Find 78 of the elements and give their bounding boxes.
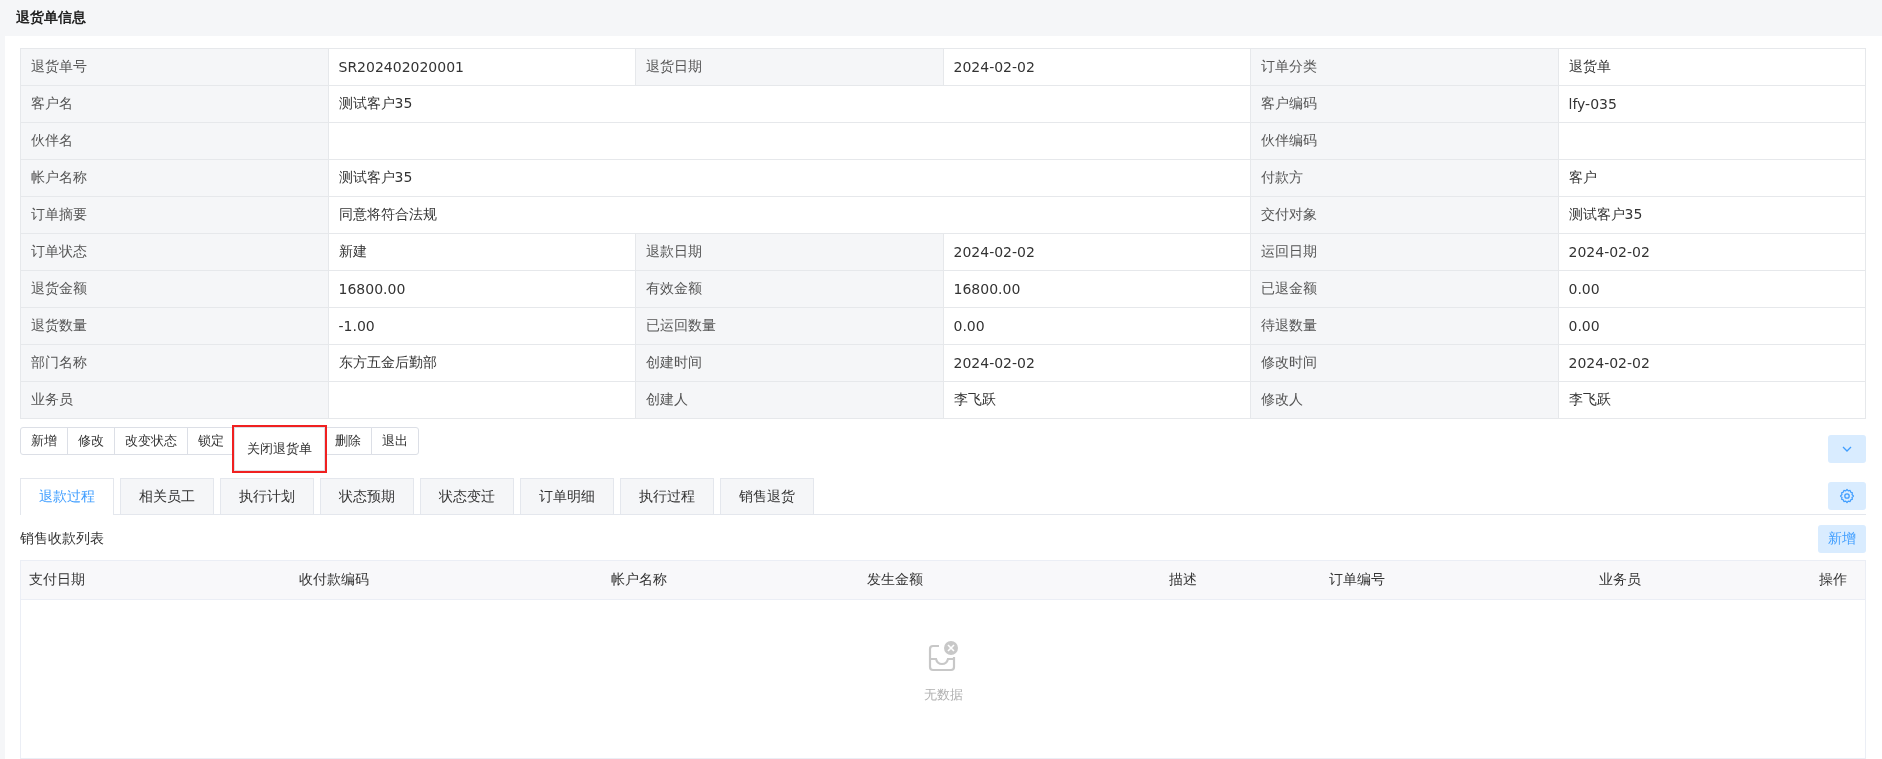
tab[interactable]: 执行计划 [220, 478, 314, 514]
column-header: 业务员 [1599, 571, 1641, 589]
tab[interactable]: 销售退货 [720, 478, 814, 514]
field-label: 退款日期 [636, 234, 944, 271]
field-label: 客户编码 [1251, 86, 1559, 123]
field-label: 退货日期 [636, 49, 944, 86]
empty-message: 无数据 [923, 686, 963, 704]
column-header: 订单编号 [1329, 571, 1385, 589]
field-value: 16800.00 [328, 271, 636, 308]
column-header: 发生金额 [867, 571, 923, 589]
tab[interactable]: 状态变迁 [420, 478, 514, 514]
field-value: 2024-02-02 [943, 234, 1251, 271]
field-value: 测试客户35 [328, 160, 1251, 197]
field-label: 付款方 [1251, 160, 1559, 197]
field-label: 创建人 [636, 382, 944, 419]
field-value: -1.00 [328, 308, 636, 345]
field-value: 2024-02-02 [1558, 345, 1866, 382]
field-label: 客户名 [21, 86, 329, 123]
field-value: 李飞跃 [1558, 382, 1866, 419]
field-value: 测试客户35 [328, 86, 1251, 123]
field-value: 新建 [328, 234, 636, 271]
tab[interactable]: 状态预期 [320, 478, 414, 514]
action-button[interactable]: 关闭退货单 [234, 427, 325, 471]
field-value: 2024-02-02 [1558, 234, 1866, 271]
field-value: lfy-035 [1558, 86, 1866, 123]
settings-icon [1839, 487, 1855, 504]
field-value: 0.00 [1558, 271, 1866, 308]
column-header: 收付款编码 [299, 571, 369, 589]
column-header: 帐户名称 [611, 571, 667, 589]
action-button[interactable]: 新增 [20, 427, 68, 455]
field-label: 已退金额 [1251, 271, 1559, 308]
field-value: 16800.00 [943, 271, 1251, 308]
field-label: 订单状态 [21, 234, 329, 271]
empty-inbox-icon [926, 640, 960, 674]
field-label: 运回日期 [1251, 234, 1559, 271]
column-header: 操作 [1819, 571, 1847, 589]
field-label: 订单分类 [1251, 49, 1559, 86]
action-button[interactable]: 删除 [324, 427, 372, 455]
field-label: 订单摘要 [21, 197, 329, 234]
field-value: 测试客户35 [1558, 197, 1866, 234]
field-label: 有效金额 [636, 271, 944, 308]
field-label: 退货单号 [21, 49, 329, 86]
field-label: 部门名称 [21, 345, 329, 382]
field-value: 李飞跃 [943, 382, 1251, 419]
field-label: 业务员 [21, 382, 329, 419]
field-value: 2024-02-02 [943, 49, 1251, 86]
field-label: 待退数量 [1251, 308, 1559, 345]
field-label: 退货数量 [21, 308, 329, 345]
field-label: 创建时间 [636, 345, 944, 382]
field-value: 东方五金后勤部 [328, 345, 636, 382]
tab[interactable]: 相关员工 [120, 478, 214, 514]
action-button[interactable]: 退出 [371, 427, 419, 455]
field-label: 伙伴编码 [1251, 123, 1559, 160]
field-value: SR202402020001 [328, 49, 636, 86]
section-title: 退货单信息 [16, 9, 86, 27]
field-label: 交付对象 [1251, 197, 1559, 234]
action-button[interactable]: 改变状态 [114, 427, 188, 455]
field-label: 修改人 [1251, 382, 1559, 419]
field-value: 退货单 [1558, 49, 1866, 86]
collapse-button[interactable] [1828, 435, 1866, 463]
field-value: 0.00 [1558, 308, 1866, 345]
field-value: 0.00 [943, 308, 1251, 345]
column-header: 描述 [1169, 571, 1197, 589]
column-header: 支付日期 [29, 571, 85, 589]
field-label: 伙伴名 [21, 123, 329, 160]
tab[interactable]: 执行过程 [620, 478, 714, 514]
field-label: 帐户名称 [21, 160, 329, 197]
settings-button[interactable] [1828, 481, 1866, 510]
field-value: 客户 [1558, 160, 1866, 197]
tab[interactable]: 订单明细 [520, 478, 614, 514]
field-label: 退货金额 [21, 271, 329, 308]
field-label: 修改时间 [1251, 345, 1559, 382]
field-value: 2024-02-02 [943, 345, 1251, 382]
action-button[interactable]: 锁定 [187, 427, 235, 455]
action-button[interactable]: 修改 [67, 427, 115, 455]
field-value: 同意将符合法规 [328, 197, 1251, 234]
field-label: 已运回数量 [636, 308, 944, 345]
list-title: 销售收款列表 [20, 530, 104, 548]
